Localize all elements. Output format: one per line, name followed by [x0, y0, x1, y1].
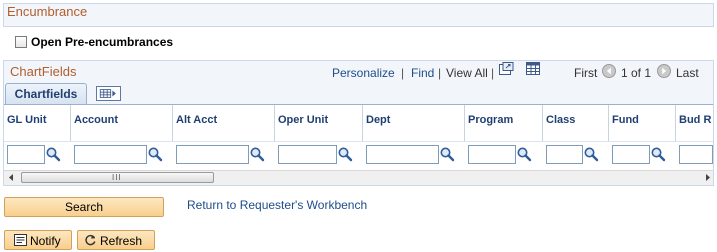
magnifier-icon[interactable]: [650, 146, 666, 162]
nav-separator: |: [401, 66, 405, 80]
magnifier-icon[interactable]: [516, 146, 532, 162]
magnifier-icon[interactable]: [249, 146, 265, 162]
find-link[interactable]: Find: [411, 66, 434, 80]
view-all-link[interactable]: View All: [446, 66, 488, 80]
column-divider: [675, 105, 676, 141]
column-divider: [274, 105, 275, 141]
column-divider: [464, 105, 465, 141]
notify-label: Notify: [30, 234, 61, 248]
column-header-gl-unit[interactable]: GL Unit: [7, 114, 47, 126]
column-divider: [70, 105, 71, 141]
notify-button[interactable]: Notify: [4, 230, 72, 250]
program-input[interactable]: [468, 145, 516, 164]
column-header-account[interactable]: Account: [74, 114, 118, 126]
fund-input[interactable]: [612, 145, 650, 164]
column-header-dept[interactable]: Dept: [366, 114, 390, 126]
column-divider: [362, 105, 363, 141]
nav-separator: |: [438, 66, 442, 80]
show-all-columns-icon[interactable]: [96, 86, 121, 101]
account-input[interactable]: [74, 145, 147, 164]
alt-acct-input[interactable]: [176, 145, 249, 164]
arrow-right-icon[interactable]: [657, 64, 671, 78]
magnifier-icon[interactable]: [147, 146, 163, 162]
encumbrance-title: Encumbrance: [7, 4, 88, 19]
open-pre-encumbrances-checkbox[interactable]: [15, 36, 27, 48]
arrow-left-icon[interactable]: [602, 64, 616, 78]
column-header-program[interactable]: Program: [468, 114, 513, 126]
column-divider: [542, 105, 543, 141]
refresh-button[interactable]: Refresh: [77, 230, 155, 250]
return-to-workbench-link[interactable]: Return to Requester's Workbench: [187, 198, 367, 212]
gl-unit-input[interactable]: [7, 145, 45, 164]
first-label: First: [574, 66, 598, 80]
column-header-class[interactable]: Class: [546, 114, 575, 126]
refresh-icon: [85, 234, 96, 246]
tab-chartfields[interactable]: Chartfields: [5, 83, 87, 104]
chartfields-title: ChartFields: [10, 64, 77, 79]
column-header-alt-acct[interactable]: Alt Acct: [176, 114, 217, 126]
zoom-icon[interactable]: [499, 62, 514, 75]
column-divider: [608, 105, 609, 141]
scrollbar-grip: III: [112, 173, 122, 182]
personalize-link[interactable]: Personalize: [332, 66, 395, 80]
grid-view-icon[interactable]: [526, 62, 540, 75]
column-header-oper-unit[interactable]: Oper Unit: [278, 114, 328, 126]
scroll-left-icon[interactable]: [6, 172, 17, 183]
encumbrance-header-bar: [3, 3, 714, 27]
open-pre-encumbrances-label: Open Pre-encumbrances: [31, 35, 174, 49]
column-divider: [172, 105, 173, 141]
scroll-right-icon[interactable]: [702, 172, 713, 183]
magnifier-icon[interactable]: [337, 146, 353, 162]
oper-unit-input[interactable]: [278, 145, 337, 164]
notify-icon: [14, 234, 27, 246]
magnifier-icon[interactable]: [439, 146, 455, 162]
bud-ref-input[interactable]: [679, 145, 713, 164]
class-input[interactable]: [546, 145, 583, 164]
magnifier-icon[interactable]: [583, 146, 599, 162]
column-header-bud-ref[interactable]: Bud R: [679, 114, 713, 126]
column-header-fund[interactable]: Fund: [612, 114, 639, 126]
nav-separator: |: [491, 66, 495, 80]
last-label: Last: [676, 66, 699, 80]
refresh-label: Refresh: [100, 234, 143, 248]
magnifier-icon[interactable]: [45, 146, 61, 162]
row-range: 1 of 1: [621, 66, 652, 80]
search-button[interactable]: Search: [4, 197, 164, 217]
dept-input[interactable]: [366, 145, 439, 164]
